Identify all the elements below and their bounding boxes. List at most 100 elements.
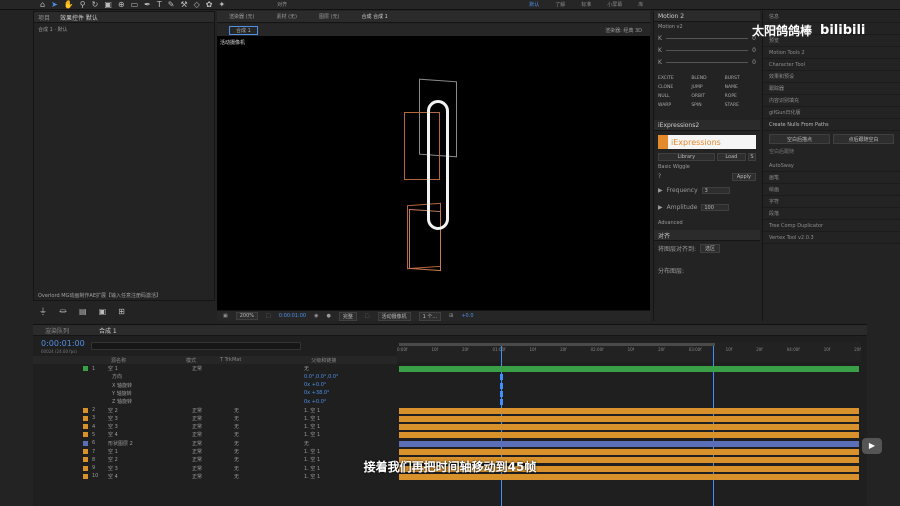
tab-motion2[interactable]: Motion 2 bbox=[658, 13, 684, 20]
zoom-select[interactable]: 200% bbox=[235, 312, 259, 320]
layer-name[interactable]: 空 1 bbox=[102, 448, 192, 455]
layer-name[interactable]: Z 轴旋转 bbox=[102, 398, 192, 405]
label-color-swatch[interactable] bbox=[83, 424, 88, 430]
iexp-apply-button[interactable]: Apply bbox=[731, 173, 756, 181]
quality-select[interactable]: 完整 bbox=[338, 311, 357, 321]
motion-btn-null[interactable]: NULL bbox=[658, 94, 689, 99]
layer-duration-bar[interactable] bbox=[399, 424, 859, 431]
motion-btn-jump[interactable]: JUMP bbox=[691, 85, 722, 90]
play-badge-icon[interactable]: ▶ bbox=[862, 438, 882, 454]
eraser-tool-icon[interactable]: ◇ bbox=[194, 0, 200, 10]
workspace-learn[interactable]: 了解 bbox=[555, 1, 565, 8]
layer-name[interactable]: 空 3 bbox=[102, 423, 192, 430]
stamp-tool-icon[interactable]: ⚒ bbox=[180, 0, 187, 10]
exposure-value[interactable]: +0.0 bbox=[461, 313, 473, 319]
grid-icon[interactable]: ⊞ bbox=[449, 313, 453, 319]
help-icon[interactable]: ? bbox=[658, 173, 661, 181]
tab-renderer[interactable]: 渲染器 (无) bbox=[229, 13, 255, 20]
add-icon[interactable]: ⊞ bbox=[118, 307, 125, 317]
layer-trkmat[interactable]: 无 bbox=[234, 448, 304, 455]
layer-duration-bar[interactable] bbox=[399, 432, 859, 439]
layer-mode[interactable]: 正常 bbox=[192, 431, 234, 438]
panel-paint[interactable]: 绘画 bbox=[763, 184, 900, 196]
nulls-btn-b[interactable]: 点后跟随空白 bbox=[833, 134, 894, 144]
nulls-btn-a[interactable]: 空白后描点 bbox=[769, 134, 830, 144]
label-color-swatch[interactable] bbox=[83, 432, 88, 438]
tab-comp-1[interactable]: 合成 1 bbox=[99, 326, 117, 335]
align-to-select[interactable]: 选区 bbox=[700, 244, 721, 253]
views-select[interactable]: 1 个... bbox=[418, 311, 442, 321]
motion-btn-orbit[interactable]: ORBIT bbox=[691, 94, 722, 99]
layer-parent[interactable]: 无 bbox=[304, 440, 364, 447]
layer-parent[interactable]: 1. 空 1 bbox=[304, 431, 364, 438]
tab-iexpressions[interactable]: iExpressions2 bbox=[658, 122, 699, 129]
table-row[interactable]: Y 轴旋转 0x +38.0° bbox=[33, 390, 429, 397]
layer-trkmat[interactable]: 无 bbox=[234, 440, 304, 447]
layer-mode[interactable]: 正常 bbox=[192, 365, 234, 372]
color-icon[interactable]: ● bbox=[326, 313, 330, 319]
layer-name[interactable]: 形状图层 2 bbox=[102, 440, 192, 447]
iexp-tab-s[interactable]: S bbox=[748, 153, 756, 161]
keyframe-marker[interactable] bbox=[500, 382, 503, 389]
layer-search-input[interactable] bbox=[91, 342, 301, 350]
motion-btn-rope[interactable]: ROPE bbox=[725, 94, 756, 99]
motion-version[interactable]: Motion v2 bbox=[654, 22, 760, 32]
play-icon[interactable]: ▶ bbox=[658, 187, 663, 194]
table-row[interactable]: 6 形状图层 2 正常无无 bbox=[33, 440, 429, 447]
layer-mode[interactable]: 正常 bbox=[192, 415, 234, 422]
label-color-swatch[interactable] bbox=[83, 407, 88, 413]
hand-tool-icon[interactable]: ✋ bbox=[64, 0, 74, 10]
rotate-tool-icon[interactable]: ↻ bbox=[92, 0, 99, 10]
iexp-tab-load[interactable]: Load bbox=[716, 153, 746, 161]
panel-create-nulls[interactable]: Create Nulls From Paths bbox=[763, 119, 900, 131]
workspace-standard[interactable]: 标准 bbox=[581, 1, 591, 8]
col-source-name[interactable]: 源名称 bbox=[111, 357, 126, 364]
layer-parent[interactable]: 0x +0.0° bbox=[304, 382, 364, 388]
layer-parent[interactable]: 0x +38.0° bbox=[304, 390, 364, 396]
iexp-tab-library[interactable]: Library bbox=[658, 153, 715, 161]
layer-parent[interactable]: 0.0°,0.0°,0.0° bbox=[304, 374, 364, 380]
panel-content-aware[interactable]: 内容识别填充 bbox=[763, 95, 900, 107]
panel-paragraph[interactable]: 段落 bbox=[763, 208, 900, 220]
layer-trkmat[interactable]: 无 bbox=[234, 415, 304, 422]
layer-duration-bar[interactable] bbox=[399, 366, 859, 372]
panel-vertex-tool[interactable]: Vertex Tool v2.0.3 bbox=[763, 232, 900, 244]
col-parent[interactable]: 父级和链接 bbox=[311, 357, 336, 364]
renderer-label[interactable]: 渲染器: 经典 3D bbox=[605, 27, 642, 34]
roto-tool-icon[interactable]: ✿ bbox=[206, 0, 213, 10]
home-icon[interactable]: ⌂ bbox=[40, 0, 45, 10]
effect-name[interactable]: Overlord MG动画制作AE扩展【输入任意注册码激活】 bbox=[38, 292, 161, 299]
motion-btn-stare[interactable]: STARE bbox=[725, 103, 756, 108]
label-color-swatch[interactable] bbox=[83, 440, 88, 446]
panel-tracker[interactable]: 跟踪器 bbox=[763, 83, 900, 95]
brush-tool-icon[interactable]: ✎ bbox=[168, 0, 175, 10]
keyframe-marker[interactable] bbox=[500, 399, 503, 406]
pan-behind-icon[interactable]: ⊕ bbox=[118, 0, 125, 10]
col-mode[interactable]: 模式 bbox=[186, 357, 196, 364]
panel-character[interactable]: 字符 bbox=[763, 196, 900, 208]
comp-subtab[interactable]: 合成 1 bbox=[229, 25, 258, 35]
layer-duration-bar[interactable] bbox=[399, 440, 859, 447]
rect-tool-icon[interactable]: ▭ bbox=[131, 0, 139, 10]
type-tool-icon[interactable]: T bbox=[157, 0, 162, 10]
distribute-icon[interactable]: ⏛ bbox=[59, 307, 67, 317]
col-trkmat[interactable]: T TrkMat bbox=[220, 357, 241, 363]
time-ruler[interactable]: 0:00f 10f 20f 01:00f 10f 20f 02:00f 10f 20f 03:00… bbox=[397, 342, 861, 362]
layer-parent[interactable]: 1. 空 1 bbox=[304, 415, 364, 422]
layer-parent[interactable]: 1. 空 1 bbox=[304, 407, 364, 414]
workspace-small[interactable]: 小屏幕 bbox=[607, 1, 622, 8]
layer-trkmat[interactable]: 无 bbox=[234, 407, 304, 414]
layer-duration-bar[interactable] bbox=[399, 407, 859, 414]
layer-name[interactable]: X 轴旋转 bbox=[102, 382, 192, 389]
layer-parent[interactable]: 1. 空 1 bbox=[304, 423, 364, 430]
motion-btn-blend[interactable]: BLEND bbox=[691, 76, 722, 81]
fit-icon[interactable]: ⬚ bbox=[266, 313, 271, 319]
table-row[interactable]: 5 空 4 正常无 1. 空 1 bbox=[33, 431, 429, 438]
layer-duration-bar[interactable] bbox=[399, 415, 859, 422]
table-row[interactable]: 1 空 1 正常 无 bbox=[33, 365, 429, 372]
workspace-default[interactable]: 默认 bbox=[529, 1, 539, 8]
workspace-library[interactable]: 库 bbox=[638, 1, 643, 8]
label-color-swatch[interactable] bbox=[83, 415, 88, 421]
motion-btn-warp[interactable]: WARP bbox=[658, 103, 689, 108]
puppet-tool-icon[interactable]: ✦ bbox=[218, 0, 225, 10]
